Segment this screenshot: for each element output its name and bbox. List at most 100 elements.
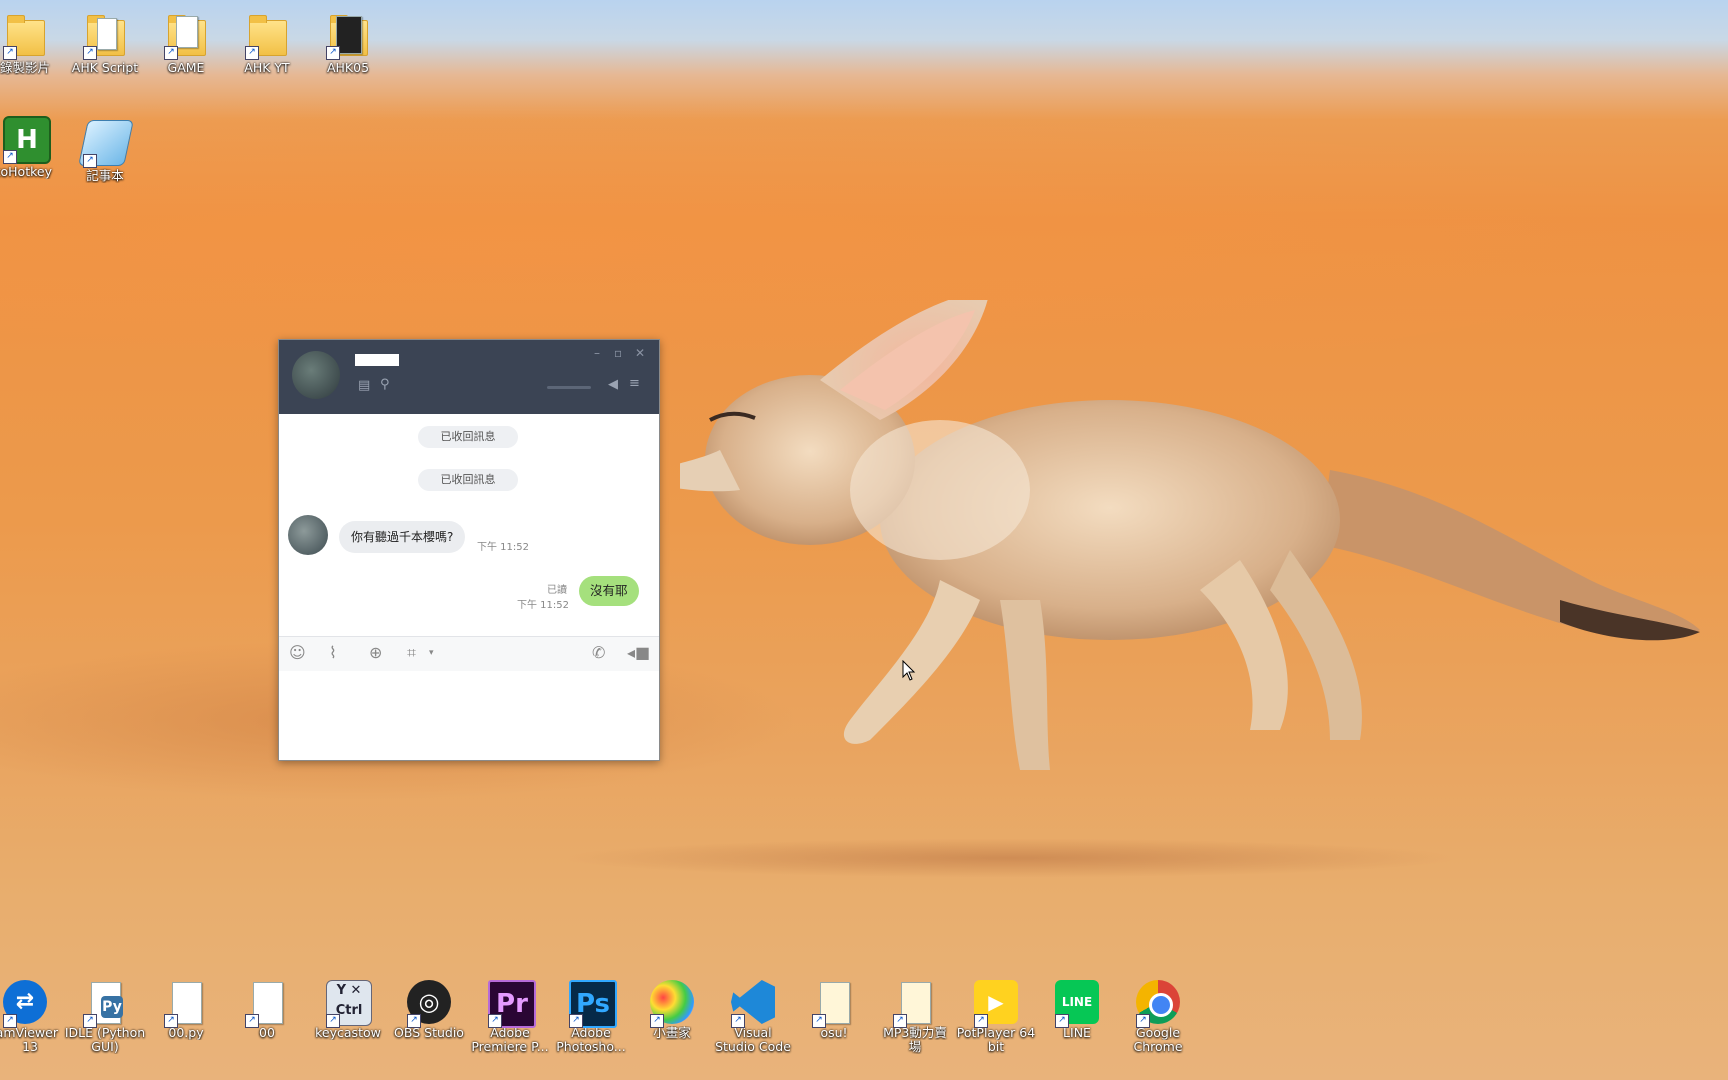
desktop-icon-obs[interactable]: ◎ ↗ OBS Studio [386,978,472,1040]
autohotkey-icon: H ↗ [1,114,51,164]
chrome-icon: ↗ [1134,978,1182,1028]
desktop-icon-chrome[interactable]: ↗ Google Chrome [1115,978,1201,1054]
desktop-icon-label: Chrome [1133,1040,1183,1054]
desktop-icon-label: Visual [734,1026,772,1040]
desktop-icon-label: 小畫家 [653,1026,691,1040]
folder-icon: ↗ [81,10,129,60]
message-input[interactable] [279,671,659,760]
desktop-icon-teamviewer[interactable]: ⇄ ↗ amViewer 13 [0,978,68,1054]
chat-header: ▤ ⚲ ◀ ≡ – ▫ ✕ [279,340,659,414]
close-icon[interactable]: ✕ [635,346,645,360]
chevron-down-icon[interactable]: ▾ [429,648,434,658]
desktop-icon-label: AHK Script [71,60,139,75]
obs-icon: ◎ ↗ [405,978,453,1028]
osu-file-icon: ↗ [810,978,858,1028]
system-message: 已收回訊息 [418,426,518,448]
desktop-icon-idle[interactable]: Py ↗ IDLE (Python GUI) [62,978,148,1054]
desktop-icon-photoshop[interactable]: Ps ↗ Adobe Photosho... [548,978,634,1054]
desktop-icon-label: Google [1135,1026,1181,1040]
desktop-icon-label: Studio Code [715,1040,791,1054]
desktop-icon-label: 記事本 [86,168,124,183]
emoji-icon[interactable]: ☺ [289,643,306,662]
menu-icon[interactable]: ≡ [629,376,640,391]
attach-icon[interactable]: ⌇ [329,643,337,662]
teamviewer-icon: ⇄ ↗ [1,978,49,1028]
notepad-icon: ↗ [78,118,134,168]
folder-icon: ↗ [324,10,372,60]
mouse-cursor-icon [902,660,916,681]
contact-avatar[interactable] [292,351,340,399]
outgoing-message: 沒有耶 [579,576,639,606]
desktop-icon-label: osu! [820,1026,848,1040]
desktop-icon-label: 場 [908,1040,922,1054]
vscode-icon: ↗ [729,978,777,1028]
volume-slider[interactable] [547,386,591,389]
python-file-icon: ↗ [162,978,210,1028]
desktop-icon-osu[interactable]: ↗ osu! [791,978,877,1040]
line-icon: LINE ↗ [1053,978,1101,1028]
desktop-icon-label: Adobe [571,1026,611,1040]
line-chat-window[interactable]: ▤ ⚲ ◀ ≡ – ▫ ✕ 已收回訊息 已收回訊息 你有聽過千本櫻嗎? 下午 1… [278,339,660,761]
premiere-icon: Pr ↗ [486,978,536,1028]
desktop-icon-folder-recordings[interactable]: ↗ 錄製影片 [0,10,68,75]
keep-download-icon[interactable]: ⊕ [369,643,382,662]
phone-icon[interactable]: ✆ [592,643,605,662]
video-call-icon[interactable]: ◂■ [627,643,650,662]
desktop-icon-00py[interactable]: ↗ 00.py [143,978,229,1040]
photoshop-icon: Ps ↗ [567,978,617,1028]
desktop-icon-label: PotPlayer 64 [956,1026,1036,1040]
chat-toolbar: ☺ ⌇ ⊕ ⌗ ▾ ✆ ◂■ [279,636,659,672]
desktop-icon-ahk-script[interactable]: ↗ AHK Script [62,10,148,75]
paint-icon: ↗ [648,978,696,1028]
desktop-icon-notepad[interactable]: ↗ 記事本 [62,118,148,183]
desktop-icon-label: Premiere P... [471,1040,549,1054]
desktop-icon-label: GAME [167,60,205,75]
desktop-icon-label: MP3動力賣 [883,1026,947,1040]
notes-icon[interactable]: ▤ [358,378,370,393]
desktop-icon-line[interactable]: LINE ↗ LINE [1034,978,1120,1040]
contact-name-redacted [355,354,399,366]
desktop-icon-label: 13 [22,1040,38,1054]
desktop-icon-label: keycastow [315,1026,381,1040]
maximize-icon[interactable]: ▫ [614,346,622,360]
keyboard-icon: Y ✕ Ctrl ↗ [324,978,372,1028]
folder-icon: ↗ [162,10,210,60]
python-icon: Py ↗ [81,978,129,1028]
desktop-icon-label: amViewer [0,1026,58,1040]
desktop: ↗ 錄製影片 ↗ AHK Script ↗ GAME ↗ AHK YT ↗ AH… [0,0,1728,1080]
desktop-icon-mp3[interactable]: ↗ MP3動力賣 場 [872,978,958,1054]
desktop-icon-label: Adobe [490,1026,530,1040]
speaker-icon[interactable]: ◀ [608,377,618,392]
screenshot-crop-icon[interactable]: ⌗ [407,643,416,663]
desktop-icon-ahk05[interactable]: ↗ AHK05 [305,10,391,75]
desktop-icon-premiere[interactable]: Pr ↗ Adobe Premiere P... [467,978,553,1054]
desktop-icon-vscode[interactable]: ↗ Visual Studio Code [710,978,796,1054]
desktop-icon-label: OBS Studio [394,1026,464,1040]
desktop-icon-label: LINE [1063,1026,1091,1040]
desktop-icon-00[interactable]: ↗ 00 [224,978,310,1040]
desktop-icon-label: utoHotkey [0,164,52,179]
folder-icon: ↗ [243,10,291,60]
potplayer-icon: ▶ ↗ [972,978,1020,1028]
desktop-icon-label: AHK05 [326,60,370,75]
minimize-icon[interactable]: – [594,346,600,360]
desktop-icon-label: IDLE (Python [64,1026,146,1040]
system-message: 已收回訊息 [418,469,518,491]
desktop-icon-ahk-yt[interactable]: ↗ AHK YT [224,10,310,75]
desktop-icon-label: 00.py [168,1026,204,1040]
chat-message-area: 已收回訊息 已收回訊息 你有聽過千本櫻嗎? 下午 11:52 已讀 下午 11:… [279,414,659,636]
outgoing-timestamp: 下午 11:52 [517,600,569,611]
incoming-message: 你有聽過千本櫻嗎? [339,521,466,553]
read-receipt: 已讀 [547,585,567,596]
desktop-icon-keycastow[interactable]: Y ✕ Ctrl ↗ keycastow [305,978,391,1040]
search-icon[interactable]: ⚲ [380,377,390,392]
desktop-icon-autohotkey[interactable]: H↗ utoHotkey [0,114,68,179]
fennec-fox-wallpaper-image [680,300,1700,770]
mp3-file-icon: ↗ [891,978,939,1028]
desktop-icon-label: AHK YT [244,60,290,75]
desktop-icon-paint[interactable]: ↗ 小畫家 [629,978,715,1040]
desktop-icon-game[interactable]: ↗ GAME [143,10,229,75]
file-icon: ↗ [243,978,291,1028]
desktop-icon-potplayer[interactable]: ▶ ↗ PotPlayer 64 bit [953,978,1039,1054]
sender-avatar[interactable] [288,515,328,555]
